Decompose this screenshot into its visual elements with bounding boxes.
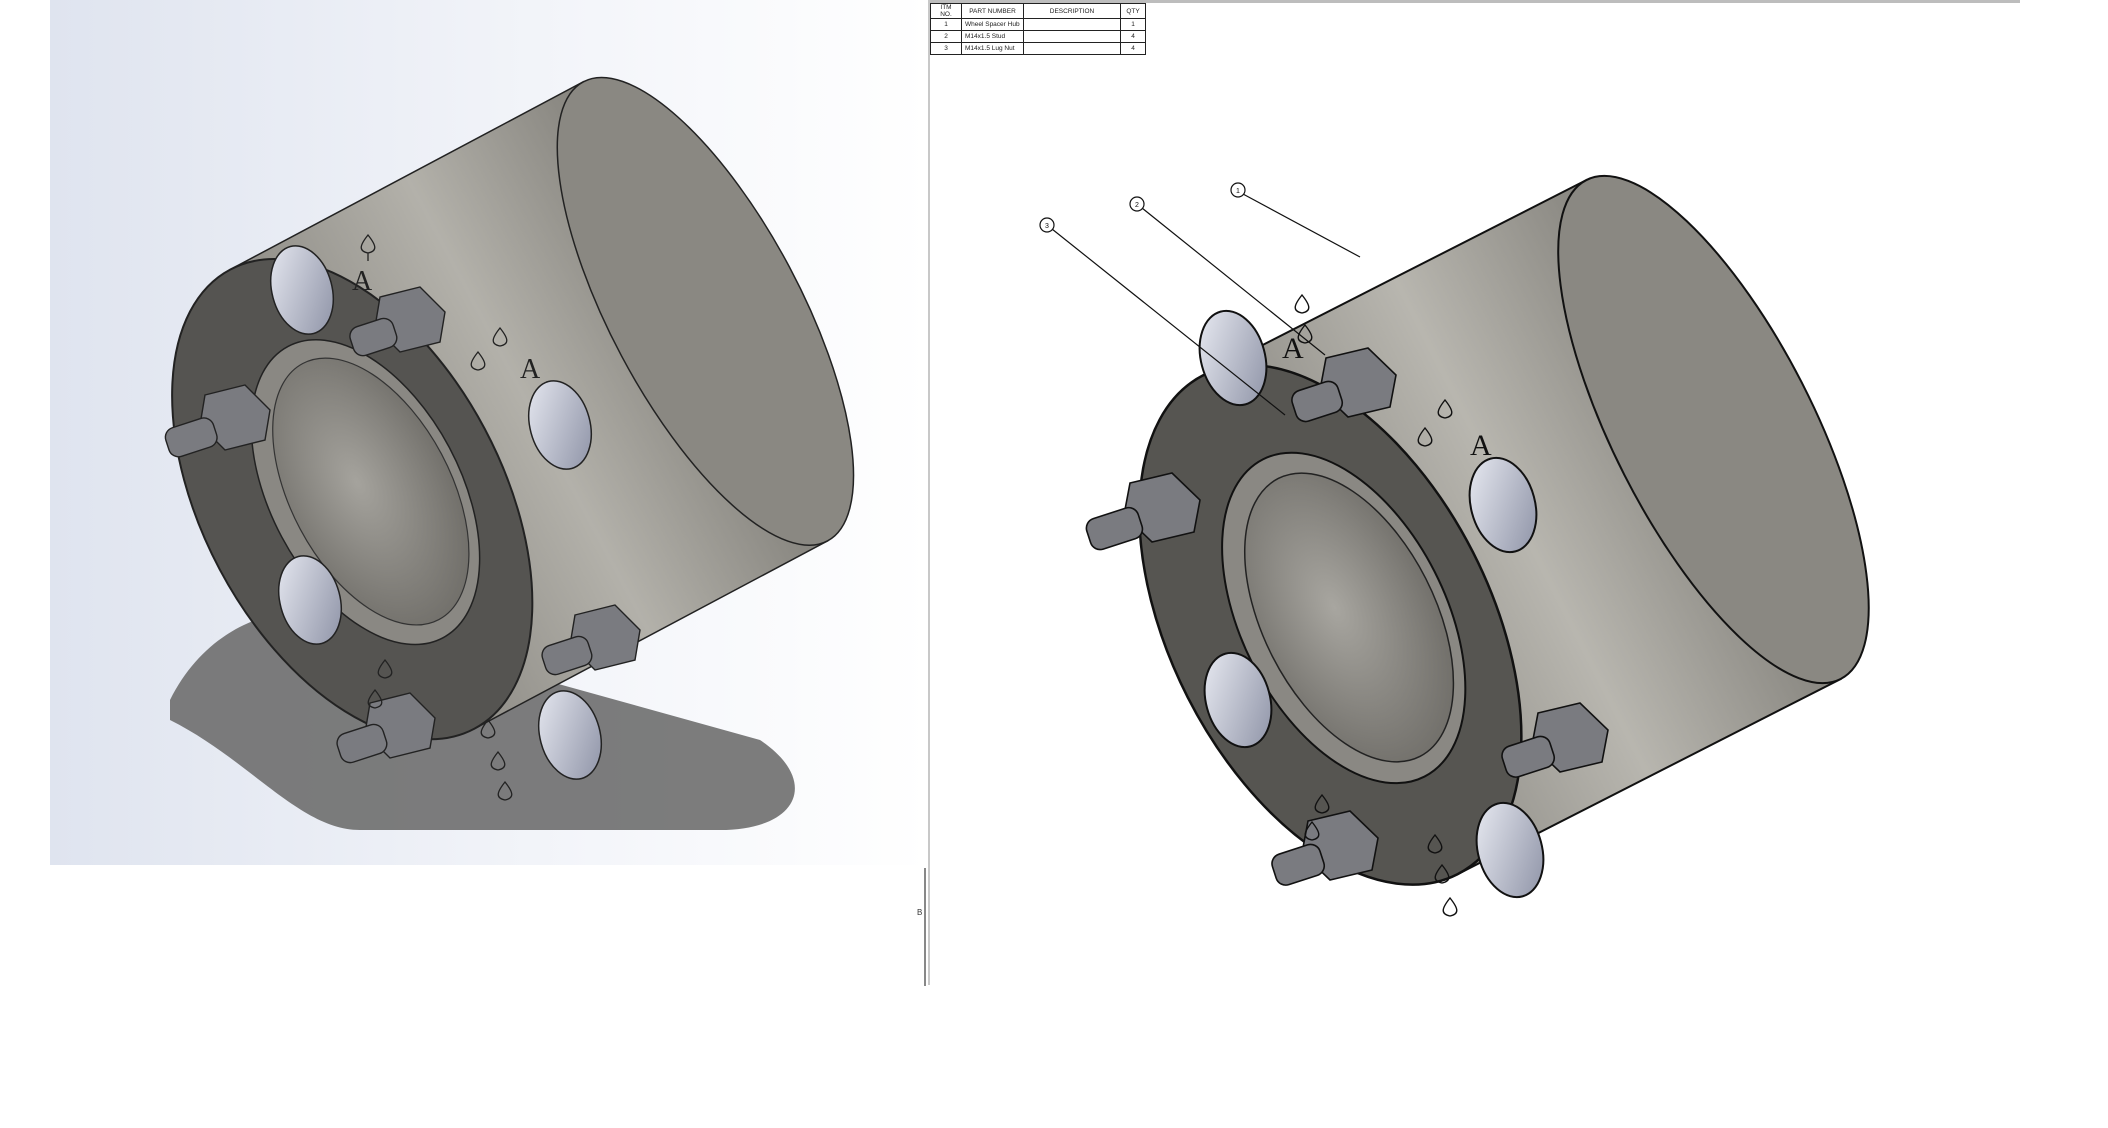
svg-text:2: 2	[1135, 202, 1139, 209]
svg-text:A: A	[352, 266, 373, 297]
svg-text:A: A	[520, 354, 541, 385]
svg-text:1: 1	[1236, 188, 1240, 195]
model-view-panel: A A	[0, 0, 928, 1128]
svg-text:A: A	[1282, 332, 1304, 365]
drawing-sheet: ITM NO. PART NUMBER DESCRIPTION QTY 1 Wh…	[930, 0, 2108, 1128]
svg-text:A: A	[1470, 429, 1492, 462]
svg-text:3: 3	[1045, 223, 1049, 230]
shaded-spacer-model: A A	[164, 76, 855, 830]
balloon-3: 3	[1039, 217, 1286, 416]
balloon-1: 1	[1230, 182, 1361, 258]
drawing-isometric-view: A A 3 2 1	[1039, 174, 1870, 917]
sheet-border-edge	[924, 868, 926, 986]
sheet-zone-mark: B	[917, 908, 923, 917]
